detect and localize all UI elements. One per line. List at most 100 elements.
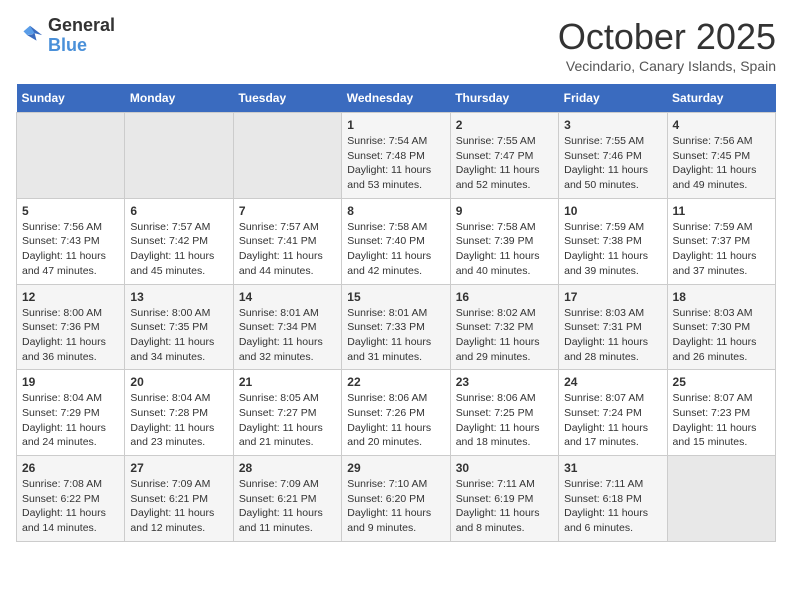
week-row-1: 1 Sunrise: 7:54 AM Sunset: 7:48 PM Daylig… [17,113,776,199]
day-number: 2 [456,118,553,132]
weekday-header-row: SundayMondayTuesdayWednesdayThursdayFrid… [17,84,776,113]
week-row-4: 19 Sunrise: 8:04 AM Sunset: 7:29 PM Dayli… [17,370,776,456]
calendar-cell: 23 Sunrise: 8:06 AM Sunset: 7:25 PM Dayli… [450,370,558,456]
day-content: Sunrise: 7:58 AM Sunset: 7:40 PM Dayligh… [347,220,444,279]
logo-line2: Blue [48,36,115,56]
week-row-2: 5 Sunrise: 7:56 AM Sunset: 7:43 PM Daylig… [17,198,776,284]
day-number: 12 [22,290,119,304]
day-number: 23 [456,375,553,389]
calendar-cell: 27 Sunrise: 7:09 AM Sunset: 6:21 PM Dayli… [125,456,233,542]
day-number: 11 [673,204,770,218]
calendar-cell [125,113,233,199]
day-number: 7 [239,204,336,218]
day-content: Sunrise: 7:55 AM Sunset: 7:46 PM Dayligh… [564,134,661,193]
day-number: 8 [347,204,444,218]
day-number: 19 [22,375,119,389]
weekday-wednesday: Wednesday [342,84,450,113]
day-content: Sunrise: 8:03 AM Sunset: 7:31 PM Dayligh… [564,306,661,365]
day-number: 17 [564,290,661,304]
day-content: Sunrise: 8:04 AM Sunset: 7:28 PM Dayligh… [130,391,227,450]
day-content: Sunrise: 8:02 AM Sunset: 7:32 PM Dayligh… [456,306,553,365]
day-number: 25 [673,375,770,389]
logo-icon [16,22,44,50]
calendar-cell [667,456,775,542]
calendar-cell: 2 Sunrise: 7:55 AM Sunset: 7:47 PM Daylig… [450,113,558,199]
day-number: 10 [564,204,661,218]
weekday-friday: Friday [559,84,667,113]
day-number: 24 [564,375,661,389]
day-content: Sunrise: 7:56 AM Sunset: 7:43 PM Dayligh… [22,220,119,279]
day-number: 28 [239,461,336,475]
calendar-cell: 6 Sunrise: 7:57 AM Sunset: 7:42 PM Daylig… [125,198,233,284]
day-content: Sunrise: 7:09 AM Sunset: 6:21 PM Dayligh… [239,477,336,536]
day-number: 20 [130,375,227,389]
day-number: 5 [22,204,119,218]
calendar-cell: 12 Sunrise: 8:00 AM Sunset: 7:36 PM Dayli… [17,284,125,370]
day-content: Sunrise: 8:00 AM Sunset: 7:36 PM Dayligh… [22,306,119,365]
calendar-cell: 5 Sunrise: 7:56 AM Sunset: 7:43 PM Daylig… [17,198,125,284]
calendar-table: SundayMondayTuesdayWednesdayThursdayFrid… [16,84,776,542]
calendar-cell: 7 Sunrise: 7:57 AM Sunset: 7:41 PM Daylig… [233,198,341,284]
day-content: Sunrise: 7:08 AM Sunset: 6:22 PM Dayligh… [22,477,119,536]
day-number: 30 [456,461,553,475]
day-number: 16 [456,290,553,304]
day-content: Sunrise: 7:59 AM Sunset: 7:37 PM Dayligh… [673,220,770,279]
day-number: 31 [564,461,661,475]
calendar-cell: 21 Sunrise: 8:05 AM Sunset: 7:27 PM Dayli… [233,370,341,456]
day-content: Sunrise: 7:54 AM Sunset: 7:48 PM Dayligh… [347,134,444,193]
calendar-cell: 3 Sunrise: 7:55 AM Sunset: 7:46 PM Daylig… [559,113,667,199]
day-content: Sunrise: 8:00 AM Sunset: 7:35 PM Dayligh… [130,306,227,365]
weekday-saturday: Saturday [667,84,775,113]
calendar-cell: 17 Sunrise: 8:03 AM Sunset: 7:31 PM Dayli… [559,284,667,370]
calendar-cell: 19 Sunrise: 8:04 AM Sunset: 7:29 PM Dayli… [17,370,125,456]
weekday-thursday: Thursday [450,84,558,113]
day-number: 29 [347,461,444,475]
calendar-cell: 1 Sunrise: 7:54 AM Sunset: 7:48 PM Daylig… [342,113,450,199]
calendar-cell: 10 Sunrise: 7:59 AM Sunset: 7:38 PM Dayli… [559,198,667,284]
logo-line1: General [48,16,115,36]
calendar-cell: 22Sunrise: 8:06 AM Sunset: 7:26 PM Dayli… [342,370,450,456]
calendar-cell: 30 Sunrise: 7:11 AM Sunset: 6:19 PM Dayli… [450,456,558,542]
calendar-cell: 24Sunrise: 8:07 AM Sunset: 7:24 PM Dayli… [559,370,667,456]
weekday-monday: Monday [125,84,233,113]
day-number: 27 [130,461,227,475]
day-number: 6 [130,204,227,218]
logo: General Blue [16,16,115,56]
day-content: Sunrise: 7:57 AM Sunset: 7:42 PM Dayligh… [130,220,227,279]
day-content: Sunrise: 8:03 AM Sunset: 7:30 PM Dayligh… [673,306,770,365]
calendar-cell: 26Sunrise: 7:08 AM Sunset: 6:22 PM Dayli… [17,456,125,542]
day-content: Sunrise: 7:11 AM Sunset: 6:18 PM Dayligh… [564,477,661,536]
day-content: Sunrise: 7:09 AM Sunset: 6:21 PM Dayligh… [130,477,227,536]
day-number: 4 [673,118,770,132]
day-number: 1 [347,118,444,132]
location-subtitle: Vecindario, Canary Islands, Spain [558,58,776,74]
calendar-cell: 28 Sunrise: 7:09 AM Sunset: 6:21 PM Dayli… [233,456,341,542]
day-content: Sunrise: 7:57 AM Sunset: 7:41 PM Dayligh… [239,220,336,279]
day-number: 14 [239,290,336,304]
day-content: Sunrise: 8:05 AM Sunset: 7:27 PM Dayligh… [239,391,336,450]
day-content: Sunrise: 7:59 AM Sunset: 7:38 PM Dayligh… [564,220,661,279]
day-number: 21 [239,375,336,389]
week-row-5: 26Sunrise: 7:08 AM Sunset: 6:22 PM Dayli… [17,456,776,542]
calendar-cell: 25 Sunrise: 8:07 AM Sunset: 7:23 PM Dayli… [667,370,775,456]
day-number: 3 [564,118,661,132]
calendar-cell: 15Sunrise: 8:01 AM Sunset: 7:33 PM Dayli… [342,284,450,370]
day-content: Sunrise: 8:01 AM Sunset: 7:34 PM Dayligh… [239,306,336,365]
calendar-cell: 16 Sunrise: 8:02 AM Sunset: 7:32 PM Dayli… [450,284,558,370]
day-content: Sunrise: 7:55 AM Sunset: 7:47 PM Dayligh… [456,134,553,193]
day-content: Sunrise: 8:04 AM Sunset: 7:29 PM Dayligh… [22,391,119,450]
calendar-cell: 20 Sunrise: 8:04 AM Sunset: 7:28 PM Dayli… [125,370,233,456]
day-content: Sunrise: 8:07 AM Sunset: 7:23 PM Dayligh… [673,391,770,450]
day-content: Sunrise: 7:58 AM Sunset: 7:39 PM Dayligh… [456,220,553,279]
day-content: Sunrise: 7:10 AM Sunset: 6:20 PM Dayligh… [347,477,444,536]
weekday-sunday: Sunday [17,84,125,113]
calendar-cell: 14 Sunrise: 8:01 AM Sunset: 7:34 PM Dayli… [233,284,341,370]
calendar-cell [17,113,125,199]
calendar-body: 1 Sunrise: 7:54 AM Sunset: 7:48 PM Daylig… [17,113,776,542]
title-block: October 2025 Vecindario, Canary Islands,… [558,16,776,74]
day-content: Sunrise: 8:06 AM Sunset: 7:25 PM Dayligh… [456,391,553,450]
day-content: Sunrise: 8:01 AM Sunset: 7:33 PM Dayligh… [347,306,444,365]
calendar-cell: 9Sunrise: 7:58 AM Sunset: 7:39 PM Daylig… [450,198,558,284]
day-content: Sunrise: 7:11 AM Sunset: 6:19 PM Dayligh… [456,477,553,536]
day-number: 18 [673,290,770,304]
